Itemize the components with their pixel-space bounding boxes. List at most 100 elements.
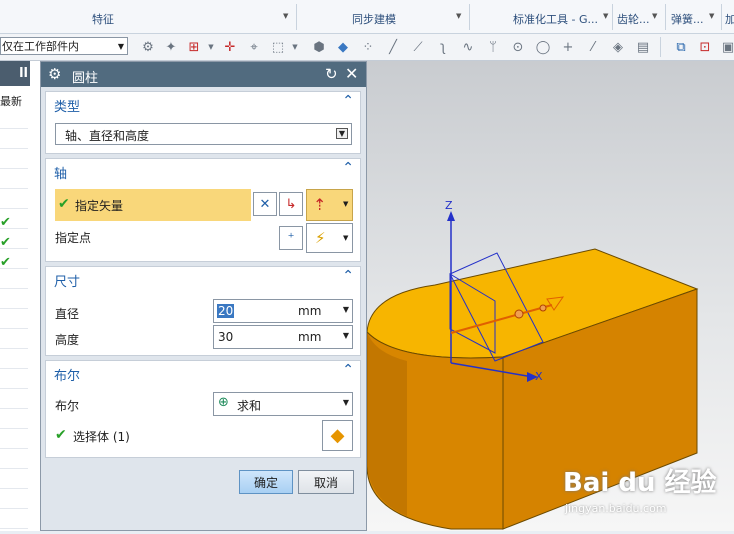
chevron-down-icon[interactable]: ▼ [603, 12, 608, 20]
navigator-row[interactable] [0, 469, 28, 489]
spline-icon[interactable]: ∿ [460, 39, 476, 55]
height-input[interactable]: 30 mm ▼ [213, 325, 353, 349]
navigator-row[interactable] [0, 309, 28, 329]
bounded-grid-icon[interactable]: ▤ [635, 39, 651, 55]
check-icon: ✔ [0, 235, 11, 250]
navigator-row[interactable] [0, 329, 28, 349]
navigator-row[interactable] [0, 289, 28, 309]
reset-icon[interactable]: ↻ [325, 65, 338, 83]
collapse-caret-icon[interactable]: ⌃ [342, 93, 354, 109]
height-value: 30 [218, 330, 234, 344]
axis-section: 轴 ⌃ ✔ 指定矢量 ✕ ↳ ⇡ ▼ 指定点 ⁺ ⚡ ▼ [45, 158, 361, 262]
inferred-point-dropdown[interactable]: ⚡ ▼ [306, 223, 353, 253]
specify-vector-row[interactable]: ✔ 指定矢量 [55, 189, 251, 221]
navigator-row[interactable] [0, 429, 28, 449]
solid-body-icon[interactable]: ⬢ [311, 39, 327, 55]
selection-toolbar: 仅在工作部件内 ▼ ⚙ ✦ ⊞ ▼ ✛ ⌖ ⬚ ▼ ⬢ ◆ ⁘ ╱ ⟋ ʅ ∿ … [0, 34, 734, 61]
grid-points-icon[interactable]: ⁘ [360, 39, 376, 55]
axis-section-header[interactable]: 轴 [54, 163, 67, 182]
cancel-button[interactable]: 取消 [298, 470, 354, 494]
circle-center-icon[interactable]: ⊙ [510, 39, 526, 55]
ribbon-group-more[interactable]: 加 [725, 11, 734, 27]
chevron-down-icon[interactable]: ▼ [283, 12, 288, 20]
line-icon[interactable]: ╱ [385, 39, 401, 55]
ribbon-group-features[interactable]: 特征 [92, 11, 114, 27]
chevron-down-icon[interactable]: ▼ [652, 12, 657, 20]
model-view [366, 211, 699, 530]
lasso-icon[interactable]: ⌖ [246, 39, 262, 55]
type-select[interactable]: 轴、直径和高度 ▼ [55, 123, 352, 145]
ok-button[interactable]: 确定 [239, 470, 293, 494]
ribbon-group-standard-tools[interactable]: 标准化工具 - G... [513, 11, 598, 27]
selection-scope-select[interactable]: 仅在工作部件内 ▼ [0, 37, 128, 55]
navigator-latest-column: 最新 [0, 95, 22, 108]
zoom-window-icon[interactable]: ⊡ [697, 39, 713, 55]
select-body-label[interactable]: 选择体 (1) [73, 428, 130, 445]
navigator-row[interactable] [0, 109, 28, 129]
render-style-icon[interactable]: ▣ [720, 39, 734, 55]
snap-filter-icon[interactable]: ⚙ [140, 39, 156, 55]
navigator-row[interactable] [0, 409, 28, 429]
ribbon-group-gear[interactable]: 齿轮... [617, 11, 650, 27]
ribbon-group-sync-modeling[interactable]: 同步建模 [352, 11, 396, 27]
navigator-row[interactable] [0, 389, 28, 409]
vector-handle [539, 304, 547, 312]
curve-icon[interactable]: ʅ [435, 39, 451, 55]
boolean-select[interactable]: ⊕ 求和 ▼ [213, 392, 353, 416]
crosshair-icon[interactable]: ✛ [222, 39, 238, 55]
view-orient-icon[interactable]: ⧉ [673, 39, 689, 55]
navigator-row[interactable] [0, 169, 28, 189]
type-section: 类型 ⌃ 轴、直径和高度 ▼ [45, 91, 361, 154]
chevron-down-icon[interactable]: ▼ [203, 39, 219, 55]
reverse-direction-icon[interactable]: ✕ [253, 192, 277, 216]
navigator-row[interactable] [0, 189, 28, 209]
vector-dialog-icon[interactable]: ↳ [279, 192, 303, 216]
point-snap-icon[interactable]: ✦ [163, 39, 179, 55]
box-select-icon[interactable]: ⊞ [186, 39, 202, 55]
navigator-row[interactable] [0, 449, 28, 469]
point-dialog-icon[interactable]: ⁺ [279, 226, 303, 250]
type-section-header[interactable]: 类型 [54, 96, 80, 115]
tangent-line-icon[interactable]: ⁄ [585, 39, 601, 55]
chevron-down-icon: ▼ [117, 42, 124, 51]
dimensions-section-header[interactable]: 尺寸 [54, 271, 80, 290]
z-axis-label: Z [445, 199, 453, 212]
chevron-down-icon[interactable]: ▼ [456, 12, 461, 20]
intersect-point-icon[interactable]: + [560, 39, 576, 55]
quadrant-point-icon[interactable]: ◯ [535, 39, 551, 55]
gear-icon[interactable]: ⚙ [48, 65, 61, 83]
diameter-input[interactable]: 20 mm ▼ [213, 299, 353, 323]
lightning-point-icon: ⚡ [315, 229, 326, 247]
z-axis-arrow [447, 211, 455, 221]
collapse-caret-icon[interactable]: ⌃ [342, 160, 354, 176]
navigator-row[interactable] [0, 489, 28, 509]
navigator-row[interactable] [0, 509, 28, 529]
check-icon: ✔ [58, 196, 70, 212]
ribbon-group-spring[interactable]: 弹簧... [671, 11, 704, 27]
navigator-row[interactable] [0, 129, 28, 149]
face-point-icon[interactable]: ◈ [610, 39, 626, 55]
boolean-section-header[interactable]: 布尔 [54, 365, 80, 384]
navigator-row[interactable] [0, 149, 28, 169]
inferred-vector-dropdown[interactable]: ⇡ ▼ [306, 189, 353, 221]
navigator-row[interactable] [0, 269, 28, 289]
chevron-down-icon[interactable]: ▼ [709, 12, 714, 20]
rectangle-select-icon[interactable]: ⬚ [270, 39, 286, 55]
chevron-down-icon: ▼ [335, 128, 348, 139]
cube-icon[interactable]: ◆ [335, 39, 351, 55]
chevron-down-icon: ▼ [343, 200, 349, 208]
graphics-viewport[interactable]: Z X Bai du 经验 jingyan.baidu.com [366, 61, 734, 531]
chevron-down-icon[interactable]: ▼ [287, 39, 303, 55]
vector-handle [514, 309, 524, 319]
line-point-icon[interactable]: ⟋ [410, 39, 426, 55]
close-icon[interactable]: ✕ [345, 64, 358, 83]
navigator-row[interactable] [0, 369, 28, 389]
intersection-icon[interactable]: ᛘ [485, 39, 501, 55]
selection-scope-value: 仅在工作部件内 [2, 40, 79, 53]
navigator-row[interactable] [0, 349, 28, 369]
specify-point-label: 指定点 [55, 231, 92, 245]
collapse-caret-icon[interactable]: ⌃ [342, 362, 354, 378]
dialog-title-bar[interactable]: ⚙ 圆柱 ↻ ✕ [41, 62, 366, 87]
collapse-caret-icon[interactable]: ⌃ [342, 268, 354, 284]
select-body-icon[interactable]: ◆ [322, 420, 353, 451]
